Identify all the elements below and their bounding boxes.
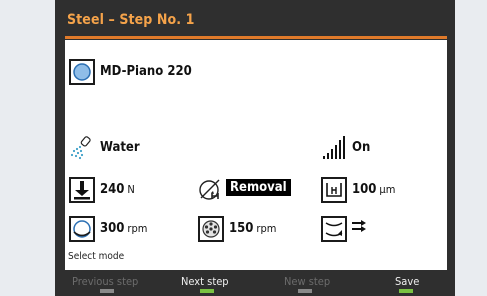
dosing-label[interactable]: On — [352, 140, 370, 155]
previous-step-marker — [100, 289, 114, 293]
holder-speed-number: 150 — [229, 221, 254, 236]
step-title: Steel – Step No. 1 — [67, 12, 195, 28]
disc-speed-number: 300 — [100, 221, 125, 236]
force-value[interactable]: 240 N — [100, 182, 135, 197]
removal-number: 100 — [352, 182, 377, 197]
previous-step-button[interactable]: Previous step — [72, 275, 138, 288]
removal-value[interactable]: 100 µm — [352, 182, 395, 197]
removal-icon[interactable] — [321, 177, 347, 203]
hint-text: Select mode — [68, 251, 125, 262]
mode-selected[interactable]: Removal — [226, 179, 291, 196]
removal-unit: µm — [379, 183, 396, 196]
new-step-marker — [298, 289, 312, 293]
disc-icon[interactable] — [69, 59, 95, 85]
next-step-button[interactable]: Next step — [181, 275, 229, 288]
title-divider — [65, 36, 447, 39]
force-down-icon[interactable] — [69, 177, 95, 203]
force-unit: N — [127, 183, 135, 196]
step-settings-panel: MD-Piano 220 Water On 240 N Removal 100 … — [65, 40, 447, 270]
left-margin — [0, 0, 38, 296]
disc-name[interactable]: MD-Piano 220 — [100, 64, 192, 79]
holder-speed-value[interactable]: 150 rpm — [229, 221, 276, 236]
rotation-direction-icon[interactable] — [321, 216, 347, 242]
lubricant-label[interactable]: Water — [100, 140, 140, 155]
device-screen: Steel – Step No. 1 MD-Piano 220 Water On… — [55, 0, 455, 296]
right-margin — [471, 0, 487, 296]
disc-speed-value[interactable]: 300 rpm — [100, 221, 147, 236]
direction-arrows — [351, 219, 367, 237]
disc-speed-icon[interactable] — [69, 216, 95, 242]
water-spray-icon[interactable] — [69, 134, 95, 160]
dosing-level-icon[interactable] — [321, 134, 347, 160]
save-marker — [399, 289, 413, 293]
softkey-bar: Previous step Next step New step Save — [55, 270, 455, 296]
next-step-marker — [200, 289, 214, 293]
new-step-button[interactable]: New step — [284, 275, 330, 288]
disc-speed-unit: rpm — [127, 222, 148, 235]
save-button[interactable]: Save — [395, 275, 419, 288]
holder-speed-unit: rpm — [256, 222, 277, 235]
force-number: 240 — [100, 182, 125, 197]
holder-speed-icon[interactable] — [198, 216, 224, 242]
mode-icon[interactable] — [198, 177, 224, 203]
